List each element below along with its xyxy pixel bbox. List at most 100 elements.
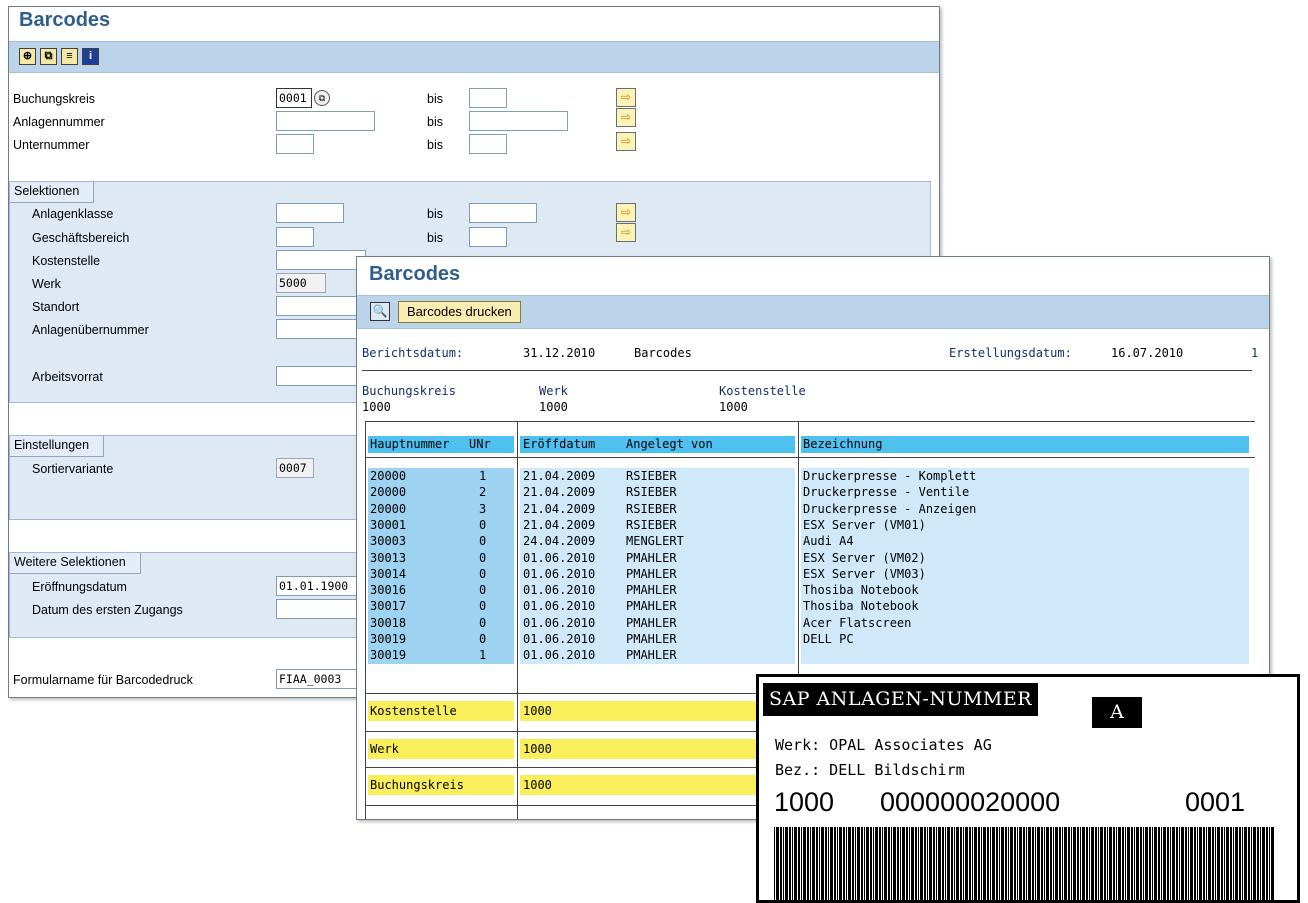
form-name-input[interactable]: FIAA_0003 bbox=[276, 669, 366, 689]
report-date-label: Berichtsdatum: bbox=[362, 346, 464, 360]
further-selections-group-title: Weitere Selektionen bbox=[10, 553, 141, 574]
report-toolbar: 🔍 Barcodes drucken bbox=[357, 295, 1269, 329]
print-barcodes-button[interactable]: Barcodes drucken bbox=[398, 301, 521, 323]
business-area-to-input[interactable] bbox=[469, 227, 507, 247]
capitalization-date: 01.06.2010 bbox=[523, 583, 596, 597]
variant-icon[interactable]: ⧉ bbox=[40, 48, 57, 65]
asset-sub-number: 0 bbox=[479, 518, 487, 532]
table-col-divider bbox=[517, 421, 518, 819]
created-by: RSIEBER bbox=[626, 502, 677, 516]
group-asset-label: Anlagenübernummer bbox=[32, 323, 149, 337]
sort-variant-input[interactable]: 0007 bbox=[276, 458, 314, 478]
created-by: PMAHLER bbox=[626, 583, 677, 597]
criteria-label-cost-center: Kostenstelle bbox=[719, 384, 806, 398]
group-asset-input[interactable] bbox=[276, 319, 366, 339]
asset-class-to-input[interactable] bbox=[469, 203, 537, 223]
asset-sub-number: 0 bbox=[479, 567, 487, 581]
capitalization-date: 01.06.2010 bbox=[523, 648, 596, 662]
asset-class-input[interactable] bbox=[276, 203, 344, 223]
plant-label: Werk bbox=[32, 277, 61, 291]
barcode-graphic bbox=[774, 827, 1274, 900]
company-code-input[interactable]: 0001 bbox=[276, 88, 312, 108]
column-header: Bezeichnung bbox=[803, 437, 883, 451]
business-area-to-label: bis bbox=[427, 231, 443, 245]
asset-main-number: 30014 bbox=[370, 567, 407, 581]
subnumber-to-input[interactable] bbox=[469, 134, 507, 154]
table-left-border bbox=[365, 421, 366, 819]
asset-number-to-input[interactable] bbox=[469, 111, 568, 131]
capitalization-date: 21.04.2009 bbox=[523, 485, 596, 499]
company-code-label: Buchungskreis bbox=[13, 92, 95, 106]
asset-description: Druckerpresse - Ventile bbox=[803, 485, 970, 499]
label-company-code: 1000 bbox=[774, 787, 835, 817]
company-code-to-input[interactable] bbox=[469, 88, 507, 108]
asset-main-number: 30013 bbox=[370, 551, 407, 565]
totals-label: Buchungskreis bbox=[370, 778, 464, 792]
multiple-selection-icon[interactable]: ⇨ bbox=[616, 88, 636, 107]
capitalization-date: 01.06.2010 bbox=[523, 632, 596, 646]
table-row bbox=[801, 533, 1249, 550]
asset-description: ESX Server (VM01) bbox=[803, 518, 926, 532]
asset-description: ESX Server (VM02) bbox=[803, 551, 926, 565]
created-by: MENGLERT bbox=[626, 534, 684, 548]
asset-sub-number: 0 bbox=[479, 551, 487, 565]
asset-description: Druckerpresse - Anzeigen bbox=[803, 502, 977, 516]
totals-label: Werk bbox=[370, 742, 399, 756]
multiple-selection-icon[interactable]: ⇨ bbox=[616, 132, 636, 151]
business-area-input[interactable] bbox=[276, 227, 314, 247]
created-by: RSIEBER bbox=[626, 518, 677, 532]
asset-number-input[interactable] bbox=[276, 111, 375, 131]
created-by: RSIEBER bbox=[626, 469, 677, 483]
asset-class-to-label: bis bbox=[427, 207, 443, 221]
created-by: PMAHLER bbox=[626, 567, 677, 581]
header-divider bbox=[365, 457, 1255, 458]
multiple-selection-icon[interactable]: ⇨ bbox=[616, 203, 636, 222]
asset-sub-number: 0 bbox=[479, 534, 487, 548]
worklist-input[interactable] bbox=[276, 366, 366, 386]
info-icon[interactable]: i bbox=[82, 48, 99, 65]
asset-main-number: 30017 bbox=[370, 599, 407, 613]
plant-input[interactable]: 5000 bbox=[276, 273, 326, 293]
asset-main-number: 30018 bbox=[370, 616, 407, 630]
capitalization-date-input[interactable]: 01.01.1900 bbox=[276, 576, 366, 596]
magnifier-icon[interactable]: 🔍 bbox=[370, 302, 390, 321]
cost-center-label: Kostenstelle bbox=[32, 254, 101, 268]
first-acquisition-date-label: Datum des ersten Zugangs bbox=[32, 603, 183, 617]
asset-description: Audi A4 bbox=[803, 534, 854, 548]
asset-sub-number: 0 bbox=[479, 616, 487, 630]
label-header: SAP ANLAGEN-NUMMER bbox=[763, 683, 1039, 716]
location-input[interactable] bbox=[276, 296, 366, 316]
capitalization-date: 01.06.2010 bbox=[523, 616, 596, 630]
subnumber-to-label: bis bbox=[427, 138, 443, 152]
form-name-label: Formularname für Barcodedruck bbox=[13, 673, 193, 687]
label-plant-line: Werk: OPAL Associates AG bbox=[775, 736, 992, 754]
matchcode-icon[interactable]: ⧉ bbox=[314, 90, 330, 106]
capitalization-date: 01.06.2010 bbox=[523, 567, 596, 581]
cost-center-input[interactable] bbox=[276, 250, 366, 270]
first-acquisition-date-input[interactable] bbox=[276, 599, 366, 619]
label-class-letter: A bbox=[1092, 697, 1142, 728]
multiple-selection-icon[interactable]: ⇨ bbox=[616, 108, 636, 127]
asset-number-label: Anlagennummer bbox=[13, 115, 105, 129]
worklist-label: Arbeitsvorrat bbox=[32, 370, 103, 384]
asset-main-number: 30001 bbox=[370, 518, 407, 532]
asset-description: ESX Server (VM03) bbox=[803, 567, 926, 581]
criteria-value-plant: 1000 bbox=[539, 400, 568, 414]
column-header: Hauptnummer bbox=[370, 437, 450, 451]
multiple-selection-icon[interactable]: ⇨ bbox=[616, 223, 636, 242]
column-header: Angelegt von bbox=[626, 437, 713, 451]
selection-options-icon[interactable]: ≡ bbox=[61, 48, 78, 65]
label-description-line: Bez.: DELL Bildschirm bbox=[775, 761, 965, 779]
asset-description: Thosiba Notebook bbox=[803, 599, 919, 613]
asset-sub-number: 1 bbox=[479, 648, 487, 662]
totals-row bbox=[520, 701, 795, 721]
execute-icon[interactable]: ⊕ bbox=[19, 48, 36, 65]
table-top-border bbox=[365, 421, 1255, 422]
subnumber-input[interactable] bbox=[276, 134, 314, 154]
asset-sub-number: 3 bbox=[479, 502, 487, 516]
asset-main-number: 30019 bbox=[370, 632, 407, 646]
sort-variant-label: Sortiervariante bbox=[32, 462, 114, 476]
creation-date: 16.07.2010 bbox=[1111, 346, 1184, 360]
location-label: Standort bbox=[32, 300, 80, 314]
capitalization-date-label: Eröffnungsdatum bbox=[32, 580, 127, 594]
